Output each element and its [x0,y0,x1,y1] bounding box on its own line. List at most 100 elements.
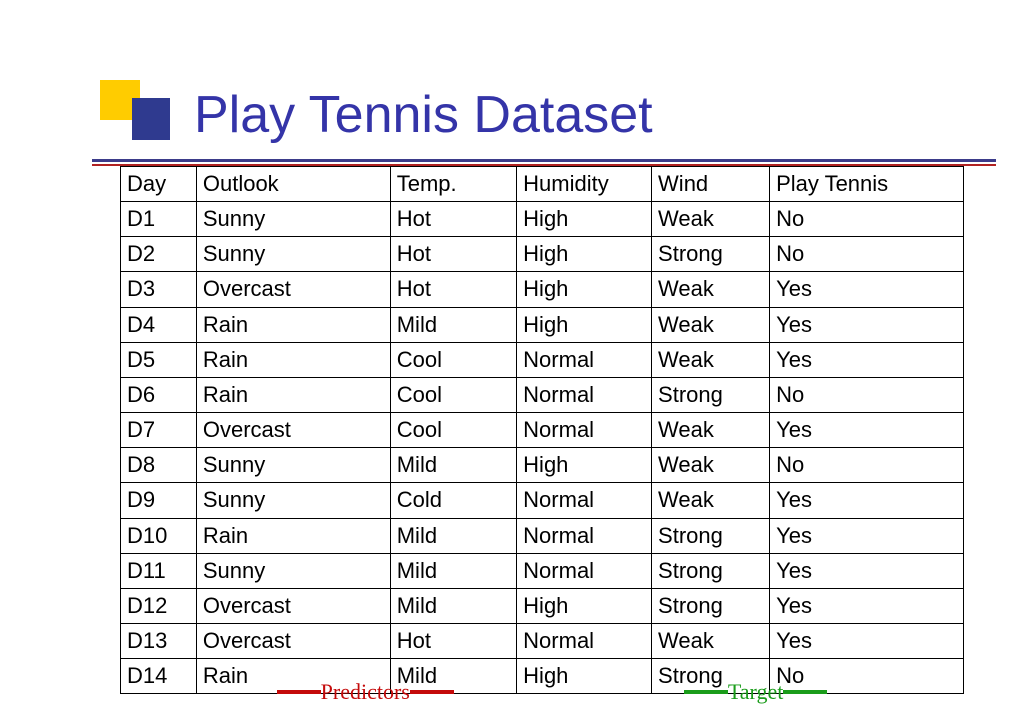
slide: Play Tennis Dataset Day Outlook Temp. Hu… [0,0,1024,725]
table-cell: Mild [390,448,516,483]
table-cell: Cold [390,483,516,518]
col-header: Day [121,167,197,202]
table-row: D3OvercastHotHighWeakYes [121,272,964,307]
table-row: D10RainMildNormalStrongYes [121,518,964,553]
col-header: Humidity [517,167,652,202]
table-cell: D11 [121,553,197,588]
table-cell: D6 [121,377,197,412]
table-cell: High [517,588,652,623]
table-cell: Hot [390,237,516,272]
table-cell: Strong [652,518,770,553]
table-cell: Rain [196,377,390,412]
legend-bar-icon [277,690,321,694]
table-cell: Mild [390,518,516,553]
table-cell: Yes [770,553,964,588]
table-cell: High [517,307,652,342]
table-cell: Weak [652,413,770,448]
legend-bar-icon [410,690,454,694]
table-cell: Overcast [196,624,390,659]
table-cell: Yes [770,413,964,448]
table-cell: Normal [517,483,652,518]
table-cell: Sunny [196,448,390,483]
dataset-table: Day Outlook Temp. Humidity Wind Play Ten… [120,166,964,694]
table-row: D13OvercastHotNormalWeakYes [121,624,964,659]
table-row: D12OvercastMildHighStrongYes [121,588,964,623]
col-header: Temp. [390,167,516,202]
table-cell: Hot [390,272,516,307]
table-cell: Yes [770,342,964,377]
table-cell: D10 [121,518,197,553]
table-cell: Overcast [196,413,390,448]
table-cell: Sunny [196,553,390,588]
legend-label: Target [728,679,783,705]
table-row: D5RainCoolNormalWeakYes [121,342,964,377]
table-cell: Strong [652,377,770,412]
table-row: D8SunnyMildHighWeakNo [121,448,964,483]
table-cell: High [517,202,652,237]
table-cell: Normal [517,553,652,588]
col-header: Outlook [196,167,390,202]
legend-label: Predictors [321,679,410,705]
table-cell: D2 [121,237,197,272]
table-cell: Overcast [196,272,390,307]
table-cell: Hot [390,624,516,659]
table-cell: D8 [121,448,197,483]
table-row: D4RainMildHighWeakYes [121,307,964,342]
table-cell: D4 [121,307,197,342]
legend-bar-icon [684,690,728,694]
table-cell: D1 [121,202,197,237]
table-cell: Mild [390,307,516,342]
table-cell: Yes [770,307,964,342]
legend-target: Target [684,679,827,705]
table-row: D2SunnyHotHighStrongNo [121,237,964,272]
table-cell: Cool [390,413,516,448]
table-cell: D9 [121,483,197,518]
table-cell: Mild [390,553,516,588]
legend: Predictors Target [0,679,1024,705]
col-header: Wind [652,167,770,202]
table-cell: Sunny [196,483,390,518]
table-cell: Normal [517,518,652,553]
title-row: Play Tennis Dataset [100,80,954,150]
table-cell: Yes [770,483,964,518]
table-cell: Strong [652,553,770,588]
table-cell: No [770,377,964,412]
slide-title: Play Tennis Dataset [194,85,653,145]
table-cell: Sunny [196,237,390,272]
table-row: D1SunnyHotHighWeakNo [121,202,964,237]
table-cell: High [517,272,652,307]
table-cell: Yes [770,518,964,553]
table-cell: Yes [770,624,964,659]
table-cell: Weak [652,307,770,342]
table-cell: Weak [652,483,770,518]
legend-predictors: Predictors [277,679,454,705]
table-cell: Rain [196,342,390,377]
table-cell: High [517,237,652,272]
table-cell: Normal [517,413,652,448]
table-cell: Overcast [196,588,390,623]
legend-bar-icon [783,690,827,694]
title-rule [92,159,996,162]
title-rule-accent [92,164,996,166]
table-cell: Weak [652,272,770,307]
table-cell: Normal [517,624,652,659]
table-cell: Cool [390,377,516,412]
table-cell: Weak [652,202,770,237]
table-cell: Yes [770,588,964,623]
table-header-row: Day Outlook Temp. Humidity Wind Play Ten… [121,167,964,202]
table-cell: Yes [770,272,964,307]
table-cell: Normal [517,342,652,377]
col-header: Play Tennis [770,167,964,202]
logo-icon [100,80,172,150]
table-cell: D7 [121,413,197,448]
table-container: Day Outlook Temp. Humidity Wind Play Ten… [120,166,964,694]
table-cell: D5 [121,342,197,377]
table-cell: Strong [652,588,770,623]
table-row: D7OvercastCoolNormalWeakYes [121,413,964,448]
table-cell: Rain [196,518,390,553]
table-cell: Strong [652,237,770,272]
table-cell: No [770,202,964,237]
table-row: D11SunnyMildNormalStrongYes [121,553,964,588]
table-cell: Hot [390,202,516,237]
table-cell: D13 [121,624,197,659]
